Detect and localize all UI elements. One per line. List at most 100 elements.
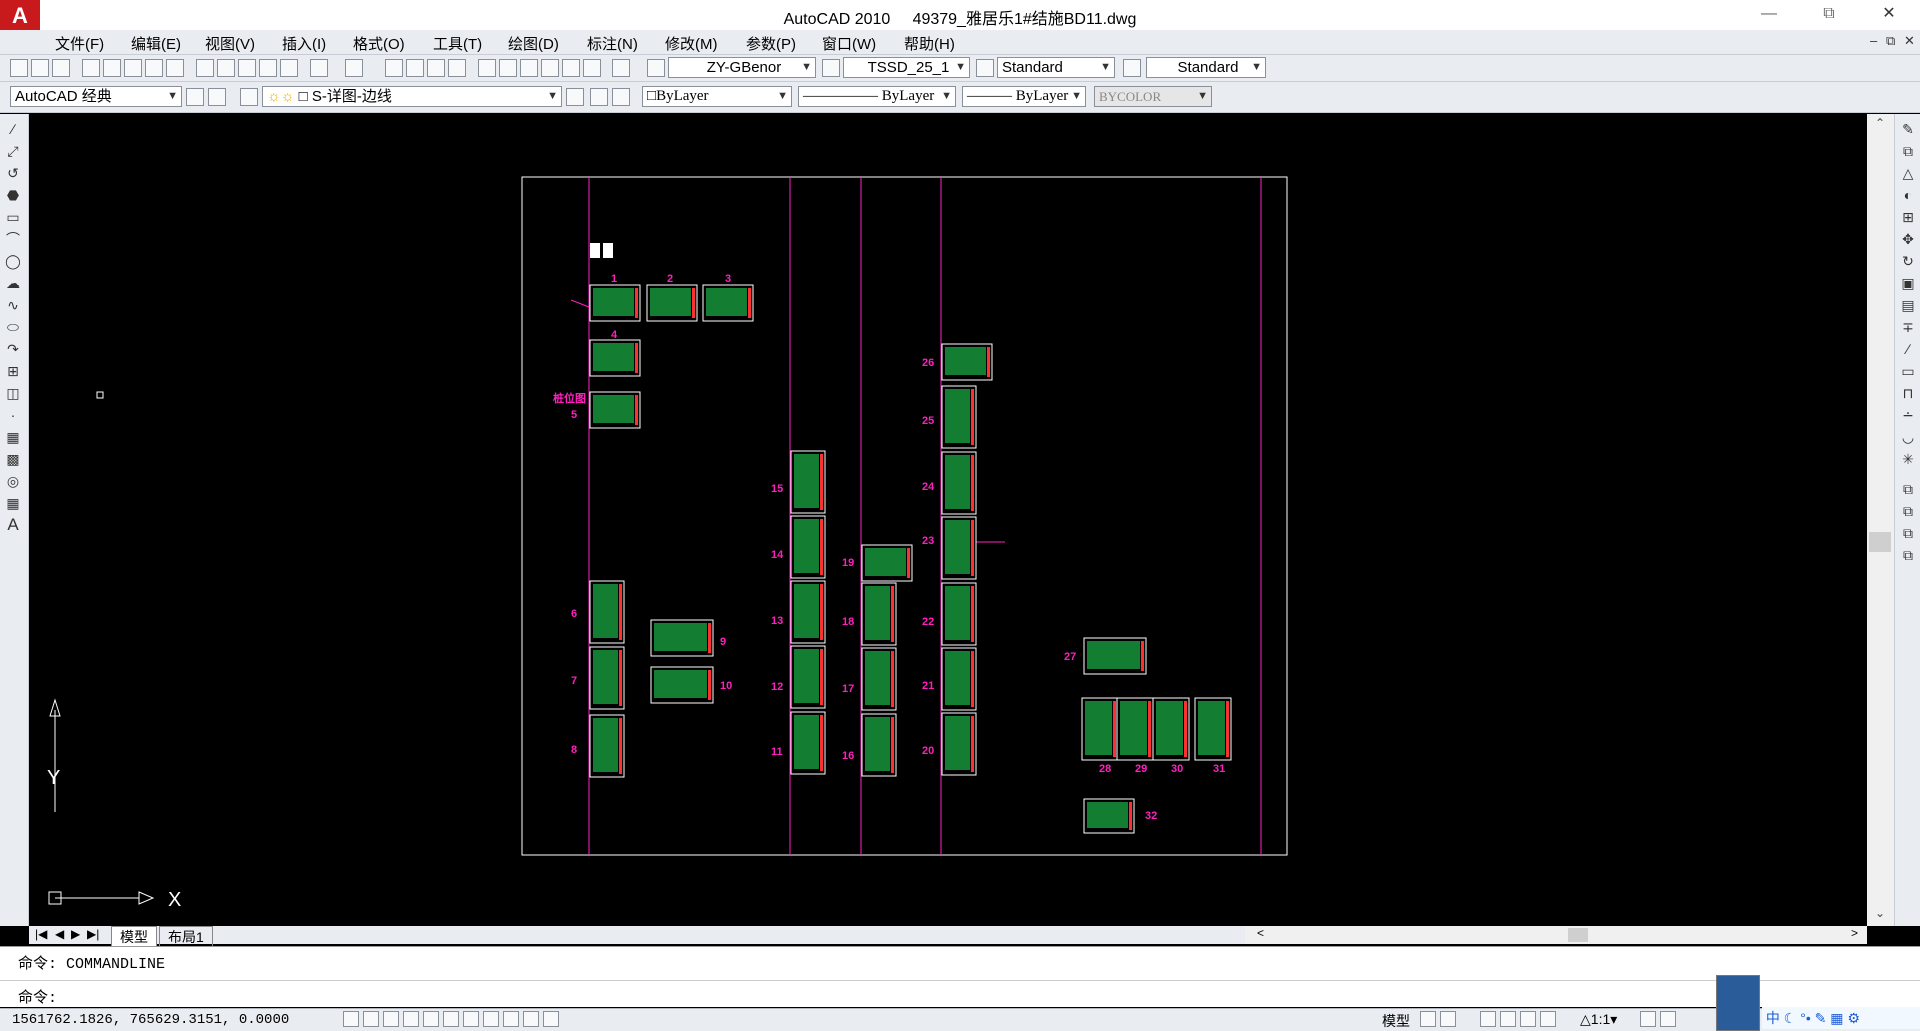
tool-palettes-icon[interactable] <box>520 59 538 77</box>
drawing-sheet[interactable] <box>790 450 826 514</box>
drawing-sheet[interactable] <box>1083 637 1147 675</box>
doc-restore-icon[interactable]: ⧉ <box>1886 33 1895 49</box>
grid-display-icon[interactable] <box>363 1011 379 1027</box>
tab-layout1[interactable]: 布局1 <box>159 926 213 948</box>
drawing-sheet[interactable] <box>941 516 977 580</box>
line-icon[interactable]: ∕ <box>4 120 22 138</box>
make-block-icon[interactable]: ◫ <box>4 384 22 402</box>
layer-properties-icon[interactable] <box>240 88 258 106</box>
close-button[interactable]: ✕ <box>1866 0 1912 30</box>
ime-toolbar[interactable]: 中 ☾ °• ✎ ▦ ⚙ <box>1762 1007 1920 1029</box>
construction-line-icon[interactable]: ⤢ <box>4 142 22 160</box>
rotate-icon[interactable]: ↻ <box>1899 252 1917 270</box>
copy-icon[interactable] <box>217 59 235 77</box>
drawing-sheet[interactable] <box>589 391 641 429</box>
3d-dwf-icon[interactable] <box>145 59 163 77</box>
horizontal-scrollbar[interactable]: < > <box>1245 926 1867 944</box>
auto-scale-icon[interactable] <box>1660 1011 1676 1027</box>
scroll-down-icon[interactable]: ⌄ <box>1875 906 1885 920</box>
save-icon[interactable] <box>52 59 70 77</box>
tab-model[interactable]: 模型 <box>111 926 157 948</box>
drawing-sheet[interactable] <box>589 646 625 710</box>
new-file-icon[interactable] <box>10 59 28 77</box>
quick-view-layouts-icon[interactable] <box>1420 1011 1436 1027</box>
scroll-left-icon[interactable]: < <box>1257 926 1264 940</box>
lineweight-icon[interactable] <box>503 1011 519 1027</box>
dynamic-input-icon[interactable] <box>483 1011 499 1027</box>
draworder-above-icon[interactable]: ⧉ <box>1899 524 1917 542</box>
ellipse-arc-icon[interactable]: ↷ <box>4 340 22 358</box>
workspace-settings-icon[interactable] <box>186 88 204 106</box>
vertical-scrollbar[interactable]: ⌃ ⌄ <box>1867 114 1894 926</box>
join-icon[interactable]: ⊓ <box>1899 384 1917 402</box>
polar-tracking-icon[interactable] <box>403 1011 419 1027</box>
table-style-select[interactable]: Standard ▼ <box>997 57 1115 78</box>
markup-icon[interactable] <box>562 59 580 77</box>
workspace-save-icon[interactable] <box>208 88 226 106</box>
etransmit-icon[interactable] <box>166 59 184 77</box>
layer-select[interactable]: ☼☼ □ S-详图-边线 ▼ <box>262 86 562 107</box>
menu-edit[interactable]: 编辑(E) <box>131 33 181 54</box>
plot-preview-icon[interactable] <box>103 59 121 77</box>
layer-state-icon[interactable] <box>612 88 630 106</box>
scroll-up-icon[interactable]: ⌃ <box>1875 116 1885 130</box>
draworder-front-icon[interactable]: ⧉ <box>1899 480 1917 498</box>
plot-icon[interactable] <box>82 59 100 77</box>
mirror-icon[interactable]: △ <box>1899 164 1917 182</box>
prev-tab-icon[interactable]: ◀ <box>55 927 64 941</box>
lineweight-select[interactable]: ——— ByLayer ▼ <box>962 86 1086 107</box>
chamfer-icon[interactable]: ∸ <box>1899 406 1917 424</box>
menu-file[interactable]: 文件(F) <box>55 33 104 54</box>
undo-icon[interactable] <box>310 59 328 77</box>
erase-icon[interactable]: ✎ <box>1899 120 1917 138</box>
scroll-right-icon[interactable]: > <box>1851 926 1858 940</box>
menu-format[interactable]: 格式(O) <box>353 33 405 54</box>
quick-view-drawings-icon[interactable] <box>1440 1011 1456 1027</box>
drawing-sheet[interactable] <box>861 544 913 582</box>
drawing-canvas[interactable]: 1 2 3 4 5 6 7 8 9 10 11 12 13 14 15 16 17 18 19 20 21 22 23 24 2… <box>29 114 1867 926</box>
zoom-window-icon[interactable] <box>427 59 445 77</box>
drawing-sheet[interactable] <box>941 451 977 515</box>
offset-icon[interactable]: ◐ <box>1899 186 1917 204</box>
block-editor-icon[interactable] <box>280 59 298 77</box>
redo-icon[interactable] <box>345 59 363 77</box>
drawing-sheet[interactable] <box>702 284 754 322</box>
help-icon[interactable] <box>612 59 630 77</box>
point-icon[interactable]: · <box>4 406 22 424</box>
menu-tools[interactable]: 工具(T) <box>433 33 482 54</box>
draworder-back-icon[interactable]: ⧉ <box>1899 502 1917 520</box>
drawing-sheet[interactable] <box>646 284 698 322</box>
text-style-icon[interactable] <box>647 59 665 77</box>
design-center-icon[interactable] <box>499 59 517 77</box>
dim-style-icon[interactable] <box>822 59 840 77</box>
snap-mode-icon[interactable] <box>343 1011 359 1027</box>
menu-parametric[interactable]: 参数(P) <box>746 33 796 54</box>
drawing-sheet[interactable] <box>589 284 641 322</box>
menu-dimension[interactable]: 标注(N) <box>587 33 638 54</box>
drawing-sheet[interactable] <box>589 339 641 377</box>
workspace-select[interactable]: AutoCAD 经典 ▼ <box>10 86 182 107</box>
object-snap-icon[interactable] <box>423 1011 439 1027</box>
dim-style-select[interactable]: TSSD_25_1 ▼ <box>843 57 970 78</box>
circle-icon[interactable]: ◯ <box>4 252 22 270</box>
multiline-text-icon[interactable]: A <box>4 516 22 534</box>
drawing-sheet[interactable] <box>1194 697 1232 761</box>
menu-insert[interactable]: 插入(I) <box>282 33 326 54</box>
linetype-select[interactable]: ————— ByLayer ▼ <box>798 86 956 107</box>
pan-status-icon[interactable] <box>1480 1011 1496 1027</box>
hatch-icon[interactable]: ▦ <box>4 428 22 446</box>
annotation-visibility-icon[interactable] <box>1640 1011 1656 1027</box>
make-current-layer-icon[interactable] <box>566 88 584 106</box>
text-style-select[interactable]: ZY-GBenor ▼ <box>668 57 816 78</box>
match-properties-icon[interactable] <box>259 59 277 77</box>
object-snap-tracking-icon[interactable] <box>443 1011 459 1027</box>
polygon-icon[interactable]: ⬣ <box>4 186 22 204</box>
drawing-sheet[interactable] <box>790 580 826 644</box>
drawing-sheet[interactable] <box>1116 697 1154 761</box>
drawing-sheet[interactable] <box>790 711 826 775</box>
pan-icon[interactable] <box>385 59 403 77</box>
drawing-sheet[interactable] <box>941 712 977 776</box>
drawing-sheet[interactable] <box>1152 697 1190 761</box>
sheet-set-icon[interactable] <box>541 59 559 77</box>
open-file-icon[interactable] <box>31 59 49 77</box>
